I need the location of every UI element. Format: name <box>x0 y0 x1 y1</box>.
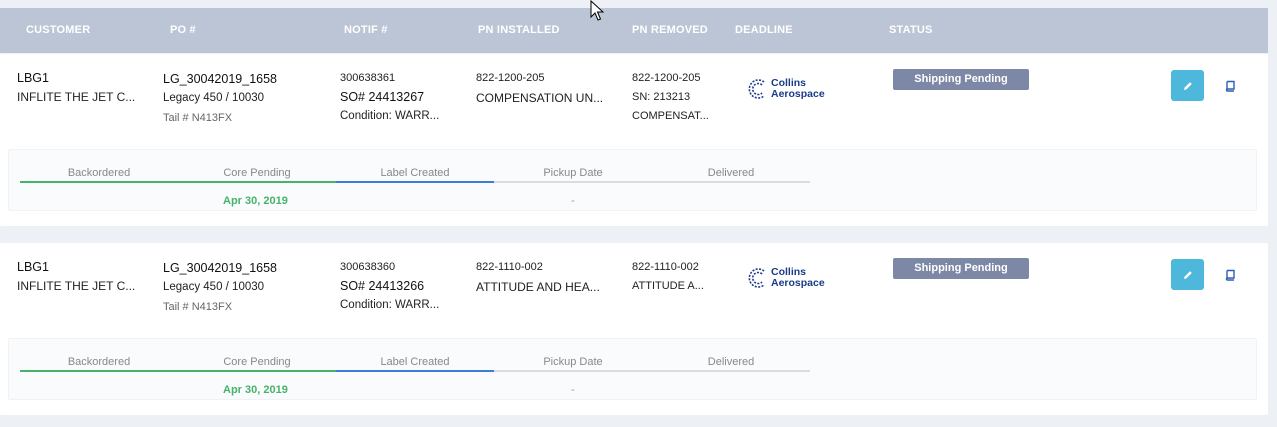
so-number: SO# 24413267 <box>340 90 425 104</box>
step-core-pending: Core Pending <box>223 167 291 179</box>
condition: Condition: WARR... <box>340 110 440 122</box>
progress-active-bar <box>336 181 494 183</box>
pn-removed: 822-1200-205 <box>632 72 701 84</box>
edit-button[interactable] <box>1171 70 1204 101</box>
header-deadline[interactable]: DEADLINE <box>735 24 793 36</box>
pn-removed-sn: SN: 213213 <box>632 91 691 103</box>
shipment-progress-tracker: Backordered Core Pending Label Created P… <box>8 149 1257 211</box>
tail-number: Tail # N413FX <box>163 301 233 313</box>
progress-active-bar <box>336 370 494 372</box>
condition: Condition: WARR... <box>340 299 440 311</box>
customer-name: INFLITE THE JET C... <box>17 90 136 104</box>
step-label-created: Label Created <box>380 167 450 179</box>
collins-aerospace-logo: Collins Aerospace <box>747 78 825 100</box>
shipment-progress-tracker: Backordered Core Pending Label Created P… <box>8 338 1257 400</box>
mouse-cursor-icon <box>590 0 604 21</box>
notif-number[interactable]: 300638361 <box>340 72 395 84</box>
progress-complete-bar <box>20 181 336 183</box>
table-header: CUSTOMER PO # NOTIF # PN INSTALLED PN RE… <box>0 8 1268 53</box>
collins-mark-icon <box>748 79 765 99</box>
customer-name: INFLITE THE JET C... <box>17 279 136 293</box>
core-pending-date: Apr 30, 2019 <box>223 384 288 396</box>
header-pn-installed[interactable]: PN INSTALLED <box>478 24 560 36</box>
logo-line2: Aerospace <box>771 88 825 100</box>
edit-button[interactable] <box>1171 259 1204 290</box>
pn-installed-desc: ATTITUDE AND HEA... <box>476 280 600 294</box>
status-badge: Shipping Pending <box>893 258 1029 279</box>
step-label-created: Label Created <box>380 356 450 368</box>
tail-number: Tail # N413FX <box>163 112 233 124</box>
pn-removed-desc: ATTITUDE A... <box>632 280 704 292</box>
pn-removed: 822-1110-002 <box>632 261 699 273</box>
pickup-date-value: - <box>571 195 575 207</box>
book-icon <box>1225 269 1235 281</box>
pn-removed-desc: COMPENSAT... <box>632 110 709 122</box>
pn-installed: 822-1110-002 <box>476 261 543 273</box>
aircraft: Legacy 450 / 10030 <box>163 92 265 104</box>
header-customer[interactable]: CUSTOMER <box>26 24 90 36</box>
progress-pending-bar <box>494 181 810 183</box>
header-status[interactable]: STATUS <box>889 24 933 36</box>
so-number: SO# 24413266 <box>340 279 425 293</box>
step-core-pending: Core Pending <box>223 356 291 368</box>
po-number[interactable]: LG_30042019_1658 <box>163 72 277 86</box>
table-row[interactable]: LBG1 INFLITE THE JET C... LG_30042019_16… <box>0 243 1268 415</box>
header-pn-removed[interactable]: PN REMOVED <box>632 24 708 36</box>
header-po[interactable]: PO # <box>170 24 196 36</box>
progress-complete-bar <box>20 370 336 372</box>
pencil-icon <box>1183 270 1192 279</box>
customer-code: LBG1 <box>17 260 49 274</box>
core-pending-date: Apr 30, 2019 <box>223 195 288 207</box>
pn-installed-desc: COMPENSATION UN... <box>476 91 604 105</box>
step-delivered: Delivered <box>707 356 755 368</box>
collins-mark-icon <box>748 268 765 288</box>
pn-installed: 822-1200-205 <box>476 72 545 84</box>
header-notif[interactable]: NOTIF # <box>344 24 388 36</box>
step-pickup-date: Pickup Date <box>543 356 603 368</box>
po-number[interactable]: LG_30042019_1658 <box>163 261 277 275</box>
book-icon <box>1225 80 1235 92</box>
notif-number[interactable]: 300638360 <box>340 261 395 273</box>
step-pickup-date: Pickup Date <box>543 167 603 179</box>
pencil-icon <box>1183 81 1192 90</box>
step-delivered: Delivered <box>707 167 755 179</box>
notes-button[interactable] <box>1222 267 1238 283</box>
step-backordered: Backordered <box>67 356 131 368</box>
collins-aerospace-logo: Collins Aerospace <box>747 267 825 289</box>
progress-pending-bar <box>494 370 810 372</box>
pickup-date-value: - <box>571 384 575 396</box>
logo-line2: Aerospace <box>771 277 825 289</box>
table-row[interactable]: LBG1 INFLITE THE JET C... LG_30042019_16… <box>0 54 1268 226</box>
customer-code: LBG1 <box>17 71 49 85</box>
step-backordered: Backordered <box>67 167 131 179</box>
notes-button[interactable] <box>1222 78 1238 94</box>
aircraft: Legacy 450 / 10030 <box>163 281 265 293</box>
status-badge: Shipping Pending <box>893 69 1029 90</box>
